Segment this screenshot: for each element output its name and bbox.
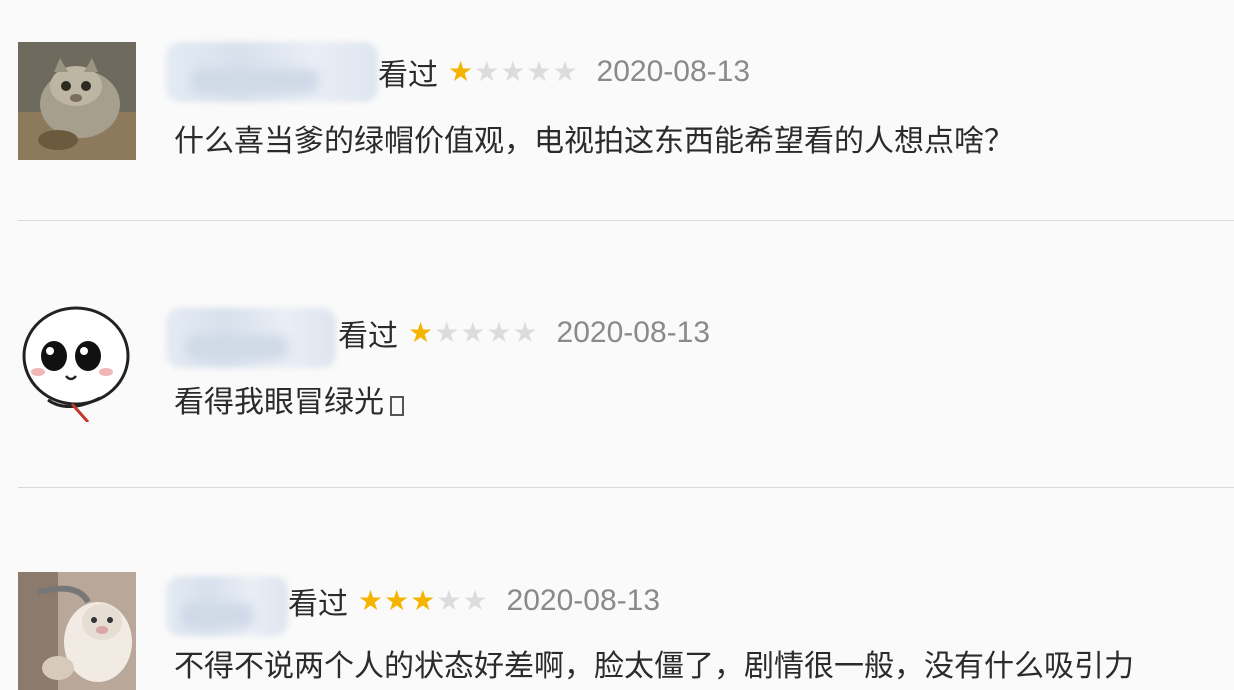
star-empty-icon: ★ bbox=[512, 316, 538, 349]
star-empty-icon: ★ bbox=[462, 584, 488, 617]
review-meta: 看过 ★ ★ ★ ★ ★ 2020-08-13 bbox=[378, 50, 750, 94]
rating-stars: ★ ★ ★ ★ ★ bbox=[358, 587, 489, 615]
user-avatar[interactable] bbox=[18, 42, 136, 160]
user-avatar[interactable] bbox=[18, 572, 136, 690]
comment-text: 看得我眼冒绿光 bbox=[174, 385, 384, 420]
username-blurred[interactable] bbox=[166, 576, 288, 636]
review-comment: 不得不说两个人的状态好差啊，脸太僵了，剧情很一般，没有什么吸引力 bbox=[174, 641, 1134, 685]
star-filled-icon: ★ bbox=[384, 584, 410, 617]
review-item: 看过 ★ ★ ★ ★ ★ 2020-08-13 看得我眼冒绿光 bbox=[0, 221, 1234, 487]
star-empty-icon: ★ bbox=[552, 55, 578, 88]
user-avatar[interactable] bbox=[18, 304, 136, 422]
review-item: 看过 ★ ★ ★ ★ ★ 2020-08-13 什么喜当爹的绿帽价值观，电视拍这东西能希… bbox=[0, 0, 1234, 220]
review-meta: 看过 ★ ★ ★ ★ ★ 2020-08-13 bbox=[288, 579, 660, 623]
review-comment: 看得我眼冒绿光 bbox=[174, 377, 404, 421]
rating-stars: ★ ★ ★ ★ ★ bbox=[448, 58, 579, 86]
username-blurred[interactable] bbox=[166, 42, 378, 102]
cat-photo-avatar-icon bbox=[18, 572, 136, 690]
star-empty-icon: ★ bbox=[486, 316, 512, 349]
rating-stars: ★ ★ ★ ★ ★ bbox=[408, 319, 539, 347]
star-empty-icon: ★ bbox=[474, 55, 500, 88]
cat-photo-avatar-icon bbox=[18, 42, 136, 160]
star-filled-icon: ★ bbox=[408, 316, 434, 349]
star-empty-icon: ★ bbox=[460, 316, 486, 349]
comment-text: 什么喜当爹的绿帽价值观，电视拍这东西能希望看的人想点啥？ bbox=[174, 124, 1014, 159]
review-item: 看过 ★ ★ ★ ★ ★ 2020-08-13 不得不说两个人的状态好差啊，脸太僵了，剧… bbox=[0, 488, 1234, 690]
review-comment: 什么喜当爹的绿帽价值观，电视拍这东西能希望看的人想点啥？ bbox=[174, 116, 1014, 160]
cute-face-avatar-icon bbox=[18, 304, 136, 422]
star-filled-icon: ★ bbox=[410, 584, 436, 617]
review-date: 2020-08-13 bbox=[556, 316, 711, 349]
watch-status: 看过 bbox=[378, 58, 438, 93]
review-date: 2020-08-13 bbox=[596, 55, 751, 88]
star-empty-icon: ★ bbox=[434, 316, 460, 349]
review-meta: 看过 ★ ★ ★ ★ ★ 2020-08-13 bbox=[338, 311, 710, 355]
missing-glyph-icon bbox=[390, 396, 404, 416]
star-empty-icon: ★ bbox=[526, 55, 552, 88]
star-filled-icon: ★ bbox=[358, 584, 384, 617]
star-empty-icon: ★ bbox=[500, 55, 526, 88]
star-empty-icon: ★ bbox=[436, 584, 462, 617]
watch-status: 看过 bbox=[288, 587, 348, 622]
username-blurred[interactable] bbox=[166, 308, 336, 368]
comment-text: 不得不说两个人的状态好差啊，脸太僵了，剧情很一般，没有什么吸引力 bbox=[174, 649, 1134, 684]
review-date: 2020-08-13 bbox=[506, 584, 661, 617]
star-filled-icon: ★ bbox=[448, 55, 474, 88]
watch-status: 看过 bbox=[338, 319, 398, 354]
